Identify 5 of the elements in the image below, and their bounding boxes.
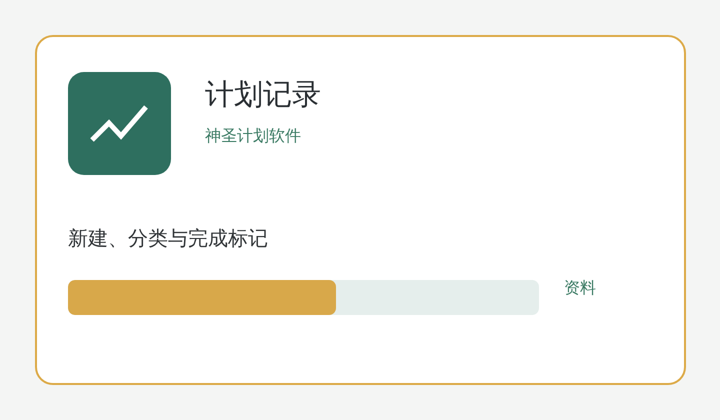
description: 新建、分类与完成标记 xyxy=(68,225,268,252)
app-title: 计划记录 xyxy=(205,76,321,112)
app-subtitle: 神圣计划软件 xyxy=(205,126,302,147)
trend-line-icon xyxy=(88,104,150,144)
info-link[interactable]: 资料 xyxy=(564,278,596,299)
